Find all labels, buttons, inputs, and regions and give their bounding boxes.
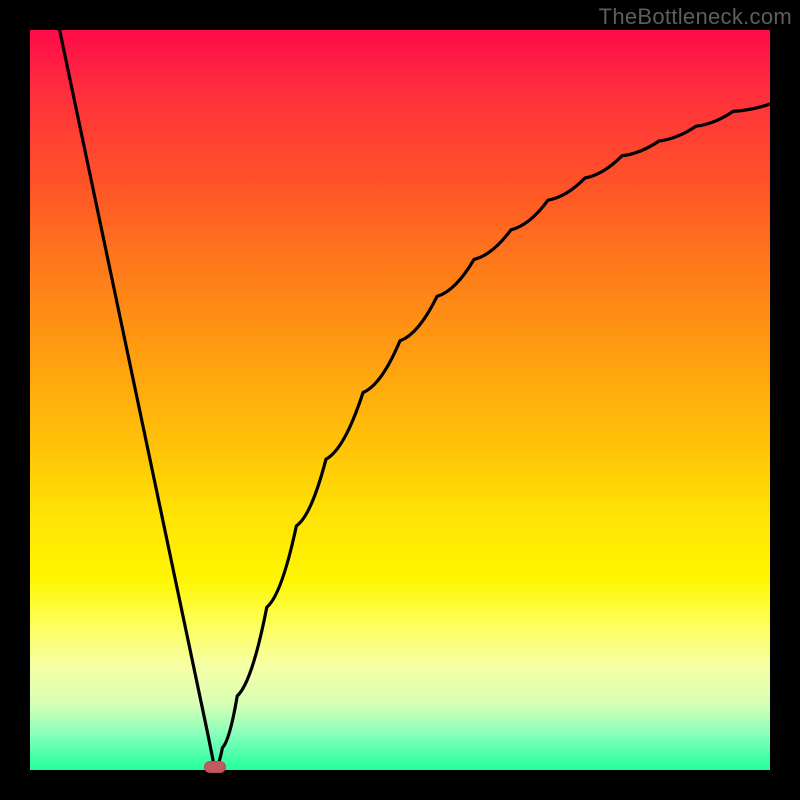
plot-area — [30, 30, 770, 770]
curve-path — [60, 30, 770, 770]
min-marker — [204, 761, 226, 773]
chart-frame: TheBottleneck.com — [0, 0, 800, 800]
watermark-text: TheBottleneck.com — [599, 4, 792, 30]
bottleneck-curve — [30, 30, 770, 770]
